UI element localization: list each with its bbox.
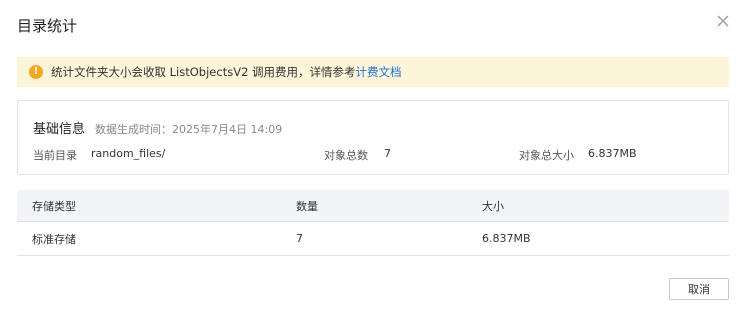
total-objects-value: 7 [384,147,391,160]
col-storage-type: 存储类型 [17,190,296,222]
warning-icon: ! [29,65,43,79]
basic-info-header: 基础信息 数据生成时间：2025年7月4日 14:09 [33,118,282,137]
total-objects-label: 对象总数 [324,149,368,162]
generated-time: 数据生成时间：2025年7月4日 14:09 [95,123,283,136]
directory-stats-dialog: 目录统计 ! 统计文件夹大小会收取 ListObjectsV2 调用费用，详情参… [0,0,748,320]
cell-storage-type: 标准存储 [17,221,296,256]
close-button[interactable] [712,10,734,32]
fee-notice-banner: ! 统计文件夹大小会收取 ListObjectsV2 调用费用，详情参考 计费文… [17,57,729,87]
dialog-title: 目录统计 [17,17,78,35]
cell-count: 7 [296,221,482,256]
current-dir-value: random_files/ [91,147,166,160]
total-size-value: 6.837MB [588,147,637,160]
billing-doc-link[interactable]: 计费文档 [356,64,402,80]
close-icon [717,12,729,31]
cell-size: 6.837MB [482,221,729,256]
basic-info-panel: 基础信息 数据生成时间：2025年7月4日 14:09 当前目录 random_… [17,100,729,175]
table-header-row: 存储类型 数量 大小 [17,190,729,222]
total-size-label: 对象总大小 [519,149,574,162]
storage-stats-table: 存储类型 数量 大小 标准存储 7 6.837MB [17,190,729,256]
current-dir-label: 当前目录 [33,149,77,162]
total-objects-field: 对象总数 7 [324,147,391,163]
notice-text: 统计文件夹大小会收取 ListObjectsV2 调用费用，详情参考 [51,65,356,79]
col-size: 大小 [482,190,729,222]
current-dir-field: 当前目录 random_files/ [33,147,165,163]
basic-info-title: 基础信息 [33,122,86,137]
total-size-field: 对象总大小 6.837MB [519,147,637,163]
table-row: 标准存储 7 6.837MB [17,221,729,256]
col-count: 数量 [296,190,482,222]
cancel-button[interactable]: 取消 [669,278,729,300]
